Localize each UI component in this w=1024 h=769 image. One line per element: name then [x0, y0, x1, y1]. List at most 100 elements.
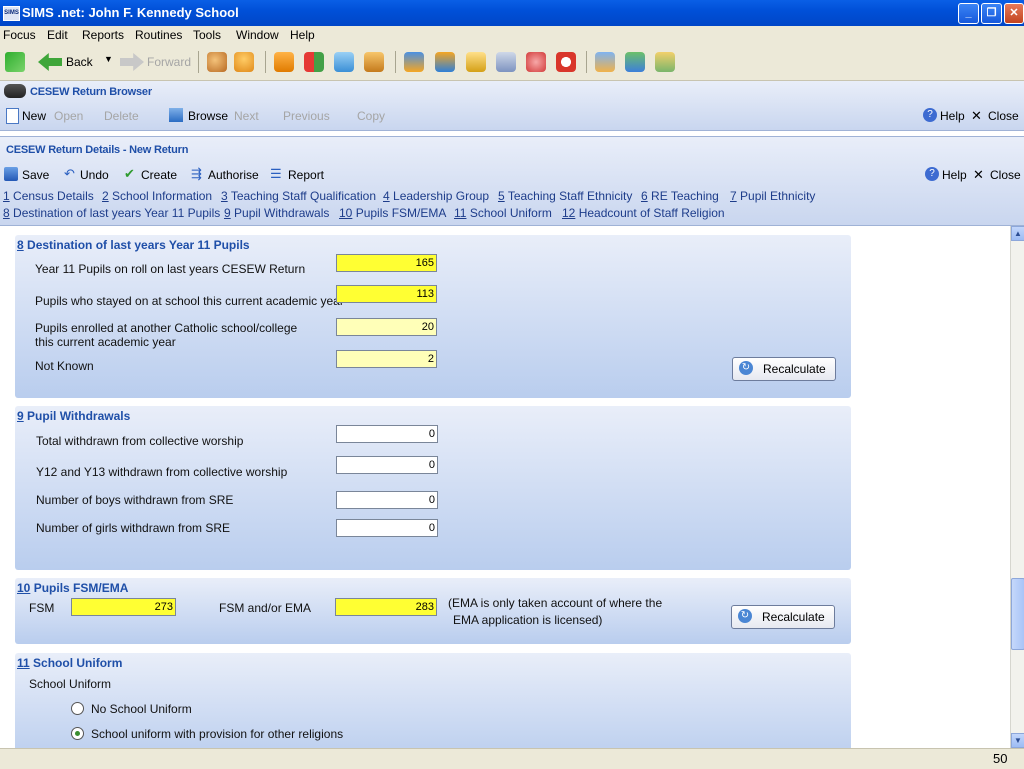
- link-leadership-group[interactable]: 4 Leadership Group: [383, 189, 489, 203]
- folder-icon[interactable]: [655, 52, 675, 72]
- row-label: Pupils who stayed on at school this curr…: [35, 294, 344, 308]
- section-8-title: 8 Destination of last years Year 11 Pupi…: [17, 238, 250, 252]
- binoculars-icon: [4, 84, 26, 98]
- back-dropdown-icon[interactable]: ▼: [104, 54, 113, 64]
- browse-button[interactable]: Browse: [188, 109, 228, 123]
- fsm-field[interactable]: 273: [71, 598, 176, 616]
- y12-y13-withdrawn-field[interactable]: 0: [336, 456, 438, 474]
- exchange-icon[interactable]: [595, 52, 615, 72]
- link-school-information[interactable]: 2 School Information: [102, 189, 212, 203]
- user-group-icon[interactable]: [526, 52, 546, 72]
- back-arrow-icon[interactable]: [38, 53, 62, 71]
- person-icon[interactable]: [234, 52, 254, 72]
- assessment-icon[interactable]: [404, 52, 424, 72]
- not-known-field[interactable]: 2: [336, 350, 437, 368]
- report-button[interactable]: Report: [288, 168, 324, 182]
- row-label: Not Known: [35, 359, 94, 373]
- link-school-uniform[interactable]: 11 School Uniform: [454, 206, 552, 220]
- clock-icon[interactable]: [556, 52, 576, 72]
- link-pupil-withdrawals[interactable]: 9 Pupil Withdrawals: [224, 206, 329, 220]
- undo-button[interactable]: Undo: [80, 168, 109, 182]
- row-label: Year 11 Pupils on roll on last years CES…: [35, 262, 306, 276]
- next-button[interactable]: Next: [234, 109, 259, 123]
- link-pupil-ethnicity[interactable]: 7 Pupil Ethnicity: [730, 189, 815, 203]
- register-icon[interactable]: [364, 52, 384, 72]
- minimize-button[interactable]: _: [958, 3, 979, 24]
- forward-button[interactable]: Forward: [147, 55, 191, 69]
- stayed-on-field[interactable]: 113: [336, 285, 437, 303]
- new-button[interactable]: New: [22, 109, 46, 123]
- row-label: Total withdrawn from collective worship: [36, 434, 244, 448]
- girls-withdrawn-field[interactable]: 0: [336, 519, 438, 537]
- boys-withdrawn-field[interactable]: 0: [336, 491, 438, 509]
- back-button[interactable]: Back: [66, 55, 93, 69]
- link-census-details[interactable]: 1 Census Details: [3, 189, 94, 203]
- menu-focus[interactable]: Focus: [3, 28, 36, 42]
- ema-note-cont: EMA application is licensed): [453, 613, 603, 627]
- previous-button[interactable]: Previous: [283, 109, 330, 123]
- globe-icon[interactable]: [625, 52, 645, 72]
- other-catholic-field[interactable]: 20: [336, 318, 437, 336]
- radio-uniform-other-religions[interactable]: [71, 727, 84, 740]
- scroll-up-icon[interactable]: ▲: [1011, 226, 1024, 241]
- create-button[interactable]: Create: [141, 168, 177, 182]
- details-help-button[interactable]: Help: [942, 168, 967, 182]
- recalculate-button[interactable]: ↻ Recalculate: [731, 605, 835, 629]
- link-re-teaching[interactable]: 6 RE Teaching: [641, 189, 719, 203]
- section-withdrawals: 9 Pupil Withdrawals Total withdrawn from…: [15, 406, 851, 570]
- menu-edit[interactable]: Edit: [47, 28, 68, 42]
- recalculate-button[interactable]: ↻ Recalculate: [732, 357, 836, 381]
- open-button[interactable]: Open: [54, 109, 83, 123]
- delete-button[interactable]: Delete: [104, 109, 139, 123]
- section-9-title: 9 Pupil Withdrawals: [17, 409, 131, 423]
- section-fsm-ema: 10 Pupils FSM/EMA FSM 273 FSM and/or EMA…: [15, 578, 851, 644]
- link-headcount-staff-religion[interactable]: 12 Headcount of Staff Religion: [562, 206, 725, 220]
- link-destination-year11[interactable]: 8 Destination of last years Year 11 Pupi…: [3, 206, 220, 220]
- vertical-scrollbar[interactable]: ▲ ▼: [1010, 226, 1024, 748]
- graduation-icon[interactable]: [334, 52, 354, 72]
- edit-document-icon[interactable]: [496, 52, 516, 72]
- link-teaching-staff-qualification[interactable]: 3 Teaching Staff Qualification: [221, 189, 376, 203]
- checkmark-icon: ✔: [124, 166, 135, 181]
- year11-on-roll-field[interactable]: 165: [336, 254, 437, 272]
- swap-icon[interactable]: [5, 52, 25, 72]
- browser-help-button[interactable]: Help: [940, 109, 965, 123]
- menu-window[interactable]: Window: [236, 28, 279, 42]
- scroll-down-icon[interactable]: ▼: [1011, 733, 1024, 748]
- browser-panel: CESEW Return Browser New Open Delete Bro…: [0, 81, 1024, 131]
- copy-button[interactable]: Copy: [357, 109, 385, 123]
- fsm-label: FSM: [29, 601, 55, 615]
- menu-tools[interactable]: Tools: [193, 28, 221, 42]
- details-close-button[interactable]: Close: [990, 168, 1021, 182]
- section-destination: 8 Destination of last years Year 11 Pupi…: [15, 235, 851, 398]
- save-button[interactable]: Save: [22, 168, 49, 182]
- flags-icon[interactable]: [304, 52, 324, 72]
- row-label-cont: this current academic year: [35, 335, 176, 349]
- status-number: 50: [993, 751, 1008, 766]
- radio-no-uniform[interactable]: [71, 702, 84, 715]
- menu-reports[interactable]: Reports: [82, 28, 124, 42]
- marksheet-icon[interactable]: [435, 52, 455, 72]
- content-area: 8 Destination of last years Year 11 Pupi…: [0, 226, 1010, 748]
- uniform-label: School Uniform: [29, 677, 112, 691]
- menu-routines[interactable]: Routines: [135, 28, 182, 42]
- book-icon[interactable]: [274, 52, 294, 72]
- close-window-button[interactable]: ✕: [1004, 3, 1024, 24]
- total-withdrawn-field[interactable]: 0: [336, 425, 438, 443]
- fsm-ema-field[interactable]: 283: [335, 598, 437, 616]
- authorise-button[interactable]: Authorise: [208, 168, 259, 182]
- forward-arrow-icon: [120, 53, 144, 71]
- browser-close-button[interactable]: Close: [988, 109, 1019, 123]
- menu-help[interactable]: Help: [290, 28, 315, 42]
- link-pupils-fsm-ema[interactable]: 10 Pupils FSM/EMA: [339, 206, 446, 220]
- people-icon[interactable]: [207, 52, 227, 72]
- notes-icon[interactable]: [466, 52, 486, 72]
- row-label: Number of girls withdrawn from SRE: [36, 521, 231, 535]
- link-teaching-staff-ethnicity[interactable]: 5 Teaching Staff Ethnicity: [498, 189, 632, 203]
- restore-button[interactable]: ❐: [981, 3, 1002, 24]
- new-icon: [6, 108, 19, 124]
- row-label: Y12 and Y13 withdrawn from collective wo…: [36, 465, 288, 479]
- browse-icon: [169, 108, 183, 122]
- report-list-icon: ☰: [270, 166, 282, 181]
- scroll-thumb[interactable]: [1011, 578, 1024, 650]
